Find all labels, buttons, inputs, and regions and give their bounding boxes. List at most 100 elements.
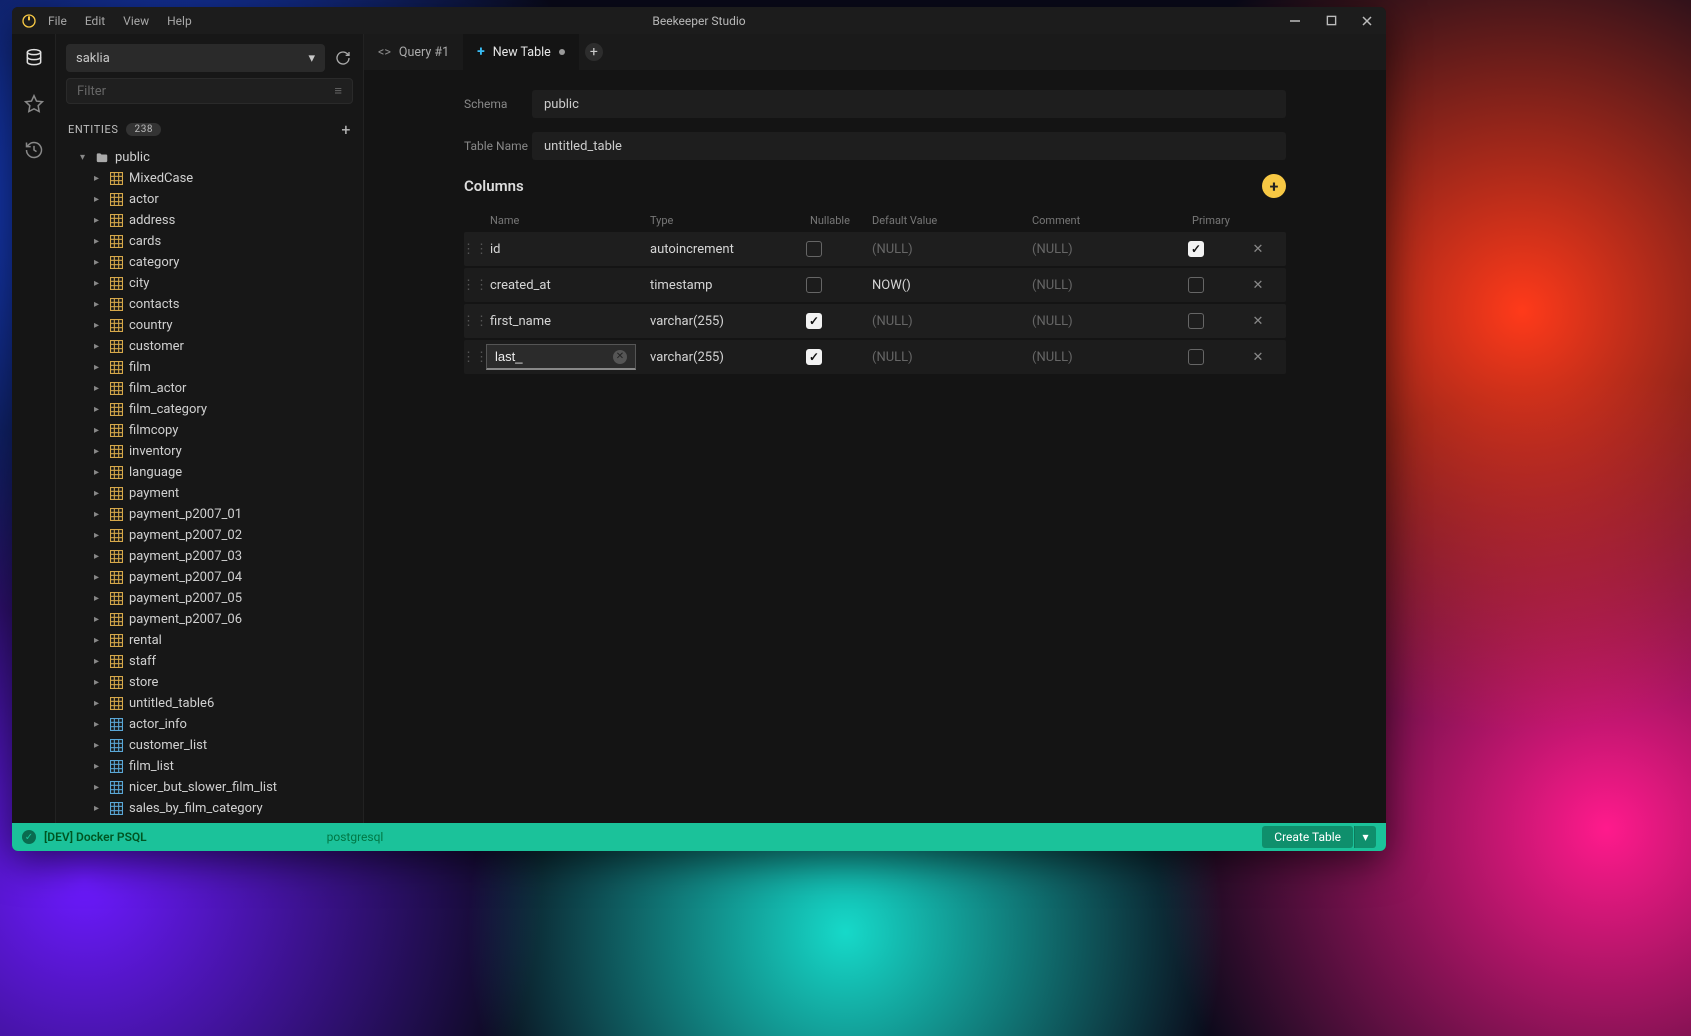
table-node[interactable]: ▸city	[56, 273, 363, 294]
clear-icon[interactable]: ✕	[613, 350, 627, 364]
remove-column-button[interactable]: ✕	[1238, 350, 1278, 365]
menu-help[interactable]: Help	[167, 14, 192, 28]
remove-column-button[interactable]: ✕	[1238, 278, 1278, 293]
table-icon	[108, 571, 124, 584]
table-node[interactable]: ▸film_category	[56, 399, 363, 420]
view-node[interactable]: ▸customer_list	[56, 735, 363, 756]
table-node[interactable]: ▸payment_p2007_06	[56, 609, 363, 630]
chevron-right-icon: ▸	[94, 719, 106, 730]
refresh-icon[interactable]	[333, 48, 353, 68]
columns-table: Name Type Nullable Default Value Comment…	[464, 208, 1286, 374]
close-button[interactable]	[1356, 10, 1378, 32]
table-node[interactable]: ▸category	[56, 252, 363, 273]
remove-column-button[interactable]: ✕	[1238, 314, 1278, 329]
column-default[interactable]: (NULL)	[868, 350, 1028, 365]
minimize-button[interactable]	[1284, 10, 1306, 32]
tab-query[interactable]: <> Query #1	[364, 34, 463, 70]
table-node[interactable]: ▸actor	[56, 189, 363, 210]
primary-checkbox[interactable]	[1188, 349, 1204, 365]
nullable-checkbox[interactable]	[806, 277, 822, 293]
add-column-button[interactable]: +	[1262, 174, 1286, 198]
table-icon	[108, 319, 124, 332]
table-node[interactable]: ▸staff	[56, 651, 363, 672]
entities-count-badge: 238	[126, 123, 161, 136]
table-node[interactable]: ▸inventory	[56, 441, 363, 462]
primary-checkbox[interactable]	[1188, 277, 1204, 293]
new-tab-button[interactable]: +	[579, 34, 609, 70]
column-comment[interactable]: (NULL)	[1028, 350, 1188, 365]
table-node[interactable]: ▸store	[56, 672, 363, 693]
nullable-checkbox[interactable]	[806, 349, 822, 365]
column-name[interactable]: created_at	[486, 278, 646, 293]
table-name-input[interactable]: untitled_table	[532, 132, 1286, 160]
table-node[interactable]: ▸film_actor	[56, 378, 363, 399]
table-node[interactable]: ▸filmcopy	[56, 420, 363, 441]
tab-new-table[interactable]: + New Table	[463, 34, 579, 70]
table-node[interactable]: ▸payment_p2007_02	[56, 525, 363, 546]
column-type[interactable]: timestamp	[646, 278, 806, 293]
column-default[interactable]: (NULL)	[868, 242, 1028, 257]
column-type[interactable]: autoincrement	[646, 242, 806, 257]
menu-file[interactable]: File	[48, 14, 67, 28]
view-node[interactable]: ▸sales_by_store	[56, 819, 363, 823]
nullable-checkbox[interactable]	[806, 313, 822, 329]
create-table-dropdown[interactable]: ▾	[1354, 826, 1376, 848]
menu-edit[interactable]: Edit	[85, 14, 105, 28]
table-node[interactable]: ▸contacts	[56, 294, 363, 315]
table-node[interactable]: ▸language	[56, 462, 363, 483]
primary-checkbox[interactable]	[1188, 313, 1204, 329]
add-entity-button[interactable]: +	[341, 120, 351, 139]
table-node[interactable]: ▸payment_p2007_04	[56, 567, 363, 588]
remove-column-button[interactable]: ✕	[1238, 242, 1278, 257]
table-node[interactable]: ▸rental	[56, 630, 363, 651]
view-node[interactable]: ▸actor_info	[56, 714, 363, 735]
entity-tree[interactable]: ▾ public ▸MixedCase▸actor▸address▸cards▸…	[56, 147, 363, 823]
column-type[interactable]: varchar(255)	[646, 350, 806, 365]
table-node[interactable]: ▸address	[56, 210, 363, 231]
chevron-right-icon: ▸	[94, 677, 106, 688]
schema-input[interactable]: public	[532, 90, 1286, 118]
star-icon[interactable]	[22, 92, 46, 116]
nullable-checkbox[interactable]	[806, 241, 822, 257]
column-default[interactable]: NOW()	[868, 278, 1028, 293]
table-node[interactable]: ▸untitled_table6	[56, 693, 363, 714]
column-comment[interactable]: (NULL)	[1028, 314, 1188, 329]
drag-handle-icon[interactable]: ⋮⋮	[464, 314, 486, 329]
filter-menu-icon[interactable]: ≡	[334, 83, 342, 99]
table-node[interactable]: ▸MixedCase	[56, 168, 363, 189]
column-comment[interactable]: (NULL)	[1028, 278, 1188, 293]
table-icon	[108, 340, 124, 353]
table-node[interactable]: ▸cards	[56, 231, 363, 252]
connection-select[interactable]: saklia ▾	[66, 44, 325, 72]
column-name[interactable]: id	[486, 242, 646, 257]
schema-node[interactable]: ▾ public	[56, 147, 363, 168]
primary-checkbox[interactable]	[1188, 241, 1204, 257]
menu-view[interactable]: View	[123, 14, 149, 28]
filter-input[interactable]: Filter ≡	[66, 78, 353, 104]
column-name[interactable]: first_name	[486, 314, 646, 329]
database-icon[interactable]	[22, 46, 46, 70]
column-type[interactable]: varchar(255)	[646, 314, 806, 329]
column-name-input[interactable]: ✕	[486, 344, 636, 370]
column-comment[interactable]: (NULL)	[1028, 242, 1188, 257]
table-node[interactable]: ▸payment_p2007_05	[56, 588, 363, 609]
table-node[interactable]: ▸country	[56, 315, 363, 336]
maximize-button[interactable]	[1320, 10, 1342, 32]
drag-handle-icon[interactable]: ⋮⋮	[464, 242, 486, 257]
view-node[interactable]: ▸nicer_but_slower_film_list	[56, 777, 363, 798]
view-node[interactable]: ▸film_list	[56, 756, 363, 777]
chevron-right-icon: ▸	[94, 215, 106, 226]
table-node[interactable]: ▸customer	[56, 336, 363, 357]
drag-handle-icon[interactable]: ⋮⋮	[464, 350, 486, 365]
table-node[interactable]: ▸payment_p2007_03	[56, 546, 363, 567]
table-node[interactable]: ▸payment_p2007_01	[56, 504, 363, 525]
history-icon[interactable]	[22, 138, 46, 162]
drag-handle-icon[interactable]: ⋮⋮	[464, 278, 486, 293]
table-node[interactable]: ▸payment	[56, 483, 363, 504]
schema-label: Schema	[464, 97, 532, 111]
table-node[interactable]: ▸film	[56, 357, 363, 378]
column-default[interactable]: (NULL)	[868, 314, 1028, 329]
status-connection[interactable]: ✓ [DEV] Docker PSQL	[22, 830, 147, 844]
create-table-button[interactable]: Create Table	[1262, 826, 1353, 848]
view-node[interactable]: ▸sales_by_film_category	[56, 798, 363, 819]
